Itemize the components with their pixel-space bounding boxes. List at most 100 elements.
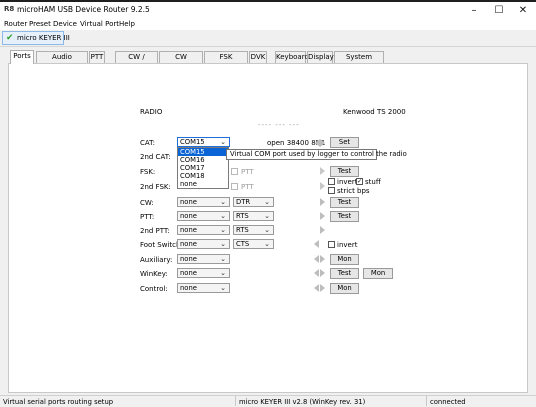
- right-arrow-icon[interactable]: [320, 182, 325, 190]
- fsk-ptt-checkbox[interactable]: [231, 168, 238, 175]
- tab-system-settings[interactable]: System Settings: [334, 51, 384, 72]
- right-arrow-icon[interactable]: [320, 269, 325, 277]
- chevron-down-icon: ⌄: [220, 240, 226, 248]
- minimize-button[interactable]: –: [462, 2, 486, 19]
- left-arrow-icon[interactable]: [314, 269, 319, 277]
- tab-dvk[interactable]: DVK: [249, 51, 267, 63]
- foot-invert-label: invert: [337, 241, 358, 249]
- ptt2-port-value: none: [180, 226, 197, 234]
- right-arrow-icon[interactable]: [320, 255, 325, 263]
- foot-port-value: none: [180, 240, 197, 248]
- ptt-label: PTT:: [140, 213, 155, 221]
- ptt-port-value: none: [180, 212, 197, 220]
- status-separator: [235, 396, 236, 406]
- ptt2-label: 2nd PTT:: [140, 227, 170, 235]
- tab-audio-switching[interactable]: Audio Switching: [36, 51, 88, 72]
- ptt2-line-select[interactable]: RTS ⌄: [233, 225, 274, 235]
- invert-checkbox[interactable]: [328, 178, 335, 185]
- dropdown-option[interactable]: COM18: [178, 172, 228, 180]
- maximize-button[interactable]: ☐: [487, 2, 511, 19]
- dropdown-option[interactable]: none: [178, 180, 228, 188]
- tab-fsk-messages[interactable]: FSK Messages: [204, 51, 248, 72]
- tab-keyboard[interactable]: Keyboard: [275, 51, 309, 63]
- aux-port-select[interactable]: none ⌄: [177, 254, 230, 264]
- ptt-test-button[interactable]: Test: [330, 211, 359, 222]
- menu-help[interactable]: Help: [119, 20, 135, 28]
- right-arrow-icon[interactable]: [320, 139, 325, 147]
- status-right: connected: [430, 398, 466, 406]
- winkey-test-button[interactable]: Test: [330, 268, 359, 279]
- chevron-down-icon: ⌄: [220, 255, 226, 263]
- cat-set-button[interactable]: Set: [330, 137, 359, 148]
- dropdown-option[interactable]: COM17: [178, 164, 228, 172]
- tooltip: Virtual COM port used by logger to contr…: [226, 149, 407, 160]
- chevron-down-icon: ⌄: [220, 198, 226, 206]
- cat2-label: 2nd CAT:: [140, 153, 171, 161]
- auxiliary-label: Auxiliary:: [140, 256, 173, 264]
- cat-label: CAT:: [140, 139, 155, 147]
- tab-cw-winkey[interactable]: CW / WinKey: [115, 51, 158, 72]
- fsk2-ptt-checkbox[interactable]: [231, 183, 238, 190]
- status-dashes: ---- --- ---: [258, 121, 300, 129]
- fsk2-ptt-label: PTT: [241, 183, 254, 191]
- strict-bps-checkbox[interactable]: [328, 187, 335, 194]
- ptt-port-select[interactable]: none ⌄: [177, 211, 230, 221]
- tab-ptt[interactable]: PTT: [89, 51, 105, 63]
- cat-port-dropdown[interactable]: COM15 COM16 COM17 COM18 none: [177, 147, 229, 189]
- winkey-mon-button[interactable]: Mon: [363, 268, 393, 279]
- foot-line-value: CTS: [236, 240, 250, 248]
- cat-port-select[interactable]: COM15 ⌄: [177, 137, 230, 147]
- menu-virtual-port[interactable]: Virtual Port: [80, 20, 119, 28]
- close-button[interactable]: ✕: [511, 2, 535, 19]
- winkey-port-select[interactable]: none ⌄: [177, 268, 230, 278]
- ptt-line-value: RTS: [236, 212, 249, 220]
- control-mon-button[interactable]: Mon: [330, 283, 359, 294]
- radio-model: Kenwood TS 2000: [343, 108, 406, 116]
- foot-invert-checkbox[interactable]: [328, 241, 335, 248]
- ptt-line-select[interactable]: RTS ⌄: [233, 211, 274, 221]
- control-port-value: none: [180, 284, 197, 292]
- control-port-select[interactable]: none ⌄: [177, 283, 230, 293]
- menu-device[interactable]: Device: [53, 20, 77, 28]
- dropdown-option[interactable]: COM16: [178, 156, 228, 164]
- fsk-test-button[interactable]: Test: [330, 166, 359, 177]
- menu-router[interactable]: Router: [4, 20, 27, 28]
- foot-port-select[interactable]: none ⌄: [177, 239, 230, 249]
- control-label: Control:: [140, 285, 168, 293]
- ptt2-port-select[interactable]: none ⌄: [177, 225, 230, 235]
- chevron-down-icon: ⌄: [264, 226, 270, 234]
- right-arrow-icon[interactable]: [320, 167, 325, 175]
- aux-port-value: none: [180, 255, 197, 263]
- menu-preset[interactable]: Preset: [29, 20, 51, 28]
- left-arrow-icon[interactable]: [314, 284, 319, 292]
- aux-mon-button[interactable]: Mon: [330, 254, 359, 265]
- tab-ports[interactable]: Ports: [10, 50, 34, 64]
- stuff-checkbox[interactable]: ✓: [356, 178, 363, 185]
- left-arrow-icon[interactable]: [314, 255, 319, 263]
- right-arrow-icon[interactable]: [320, 198, 325, 206]
- foot-line-select[interactable]: CTS ⌄: [233, 239, 274, 249]
- cw-test-button[interactable]: Test: [330, 197, 359, 208]
- device-tab-label: micro KEYER III: [17, 34, 70, 42]
- right-arrow-icon[interactable]: [320, 284, 325, 292]
- cat-port-value: COM15: [180, 138, 205, 146]
- stuff-label: stuff: [365, 178, 381, 186]
- right-arrow-icon[interactable]: [320, 226, 325, 234]
- device-strip: [0, 30, 536, 47]
- chevron-down-icon: ⌄: [220, 269, 226, 277]
- chevron-down-icon: ⌄: [264, 198, 270, 206]
- chevron-down-icon: ⌄: [220, 138, 226, 146]
- status-separator: [426, 396, 427, 406]
- strict-bps-label: strict bps: [337, 187, 370, 195]
- window-title: microHAM USB Device Router 9.2.5: [17, 5, 150, 14]
- tab-display[interactable]: Display: [307, 51, 334, 63]
- chevron-down-icon: ⌄: [264, 240, 270, 248]
- cw-port-select[interactable]: none ⌄: [177, 197, 230, 207]
- dropdown-option[interactable]: COM15: [178, 148, 228, 156]
- tab-cw-messages[interactable]: CW Messages: [159, 51, 203, 72]
- status-middle: micro KEYER III v2.8 (WinKey rev. 31): [239, 398, 366, 406]
- left-arrow-icon[interactable]: [314, 240, 319, 248]
- right-arrow-icon[interactable]: [320, 212, 325, 220]
- cw-line-select[interactable]: DTR ⌄: [233, 197, 274, 207]
- fsk2-label: 2nd FSK:: [140, 183, 171, 191]
